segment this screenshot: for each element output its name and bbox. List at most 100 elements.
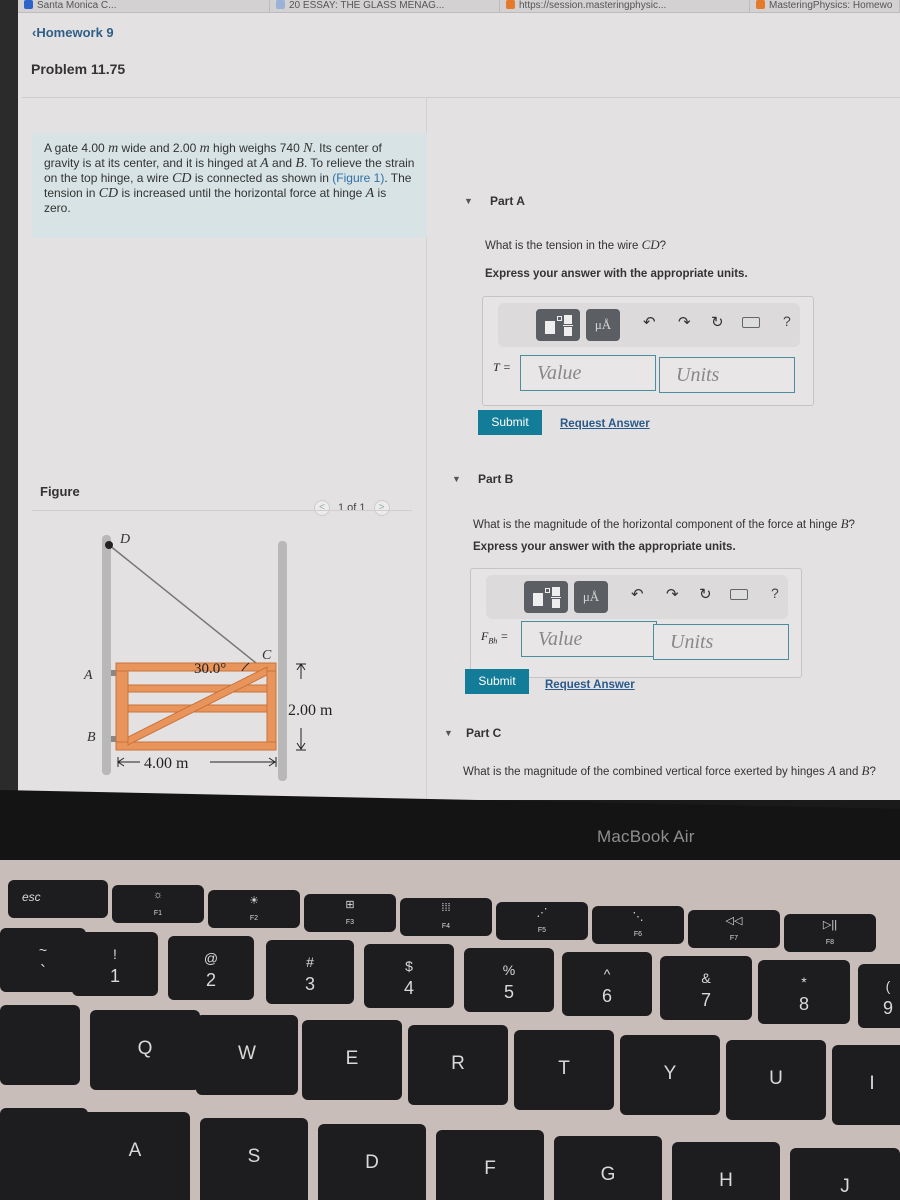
point-d-anchor <box>105 541 113 549</box>
undo-icon[interactable]: ↶ <box>643 313 656 331</box>
reset-icon[interactable]: ↻ <box>699 585 712 603</box>
key-d[interactable]: D <box>318 1124 426 1200</box>
key-t[interactable]: T <box>514 1030 614 1110</box>
units-button[interactable]: μÅ <box>574 581 608 613</box>
keyboard-icon[interactable] <box>742 317 760 328</box>
key-r[interactable]: R <box>408 1025 508 1105</box>
key-6[interactable]: ^ 6 <box>562 952 652 1016</box>
prev-figure-button[interactable]: < <box>314 500 330 516</box>
key-f6[interactable]: ⋱ F6 <box>592 906 684 944</box>
part-b-instruction: Express your answer with the appropriate… <box>473 541 736 553</box>
keyboard-deck: esc ☼ F1 ☀ F2 ⊞ F3 ⁞⁞⁞ F4 ⋰ F5 ⋱ F6 ◁◁ F7 ▷|| F8… <box>0 860 900 1200</box>
request-answer-link[interactable]: Request Answer <box>545 679 635 691</box>
collapse-caret-icon[interactable]: ▼ <box>452 474 461 484</box>
redo-icon[interactable]: ↷ <box>678 313 691 331</box>
part-b-answer-box: μÅ ↶ ↷ ↻ ? FBh = Value Units <box>470 568 802 678</box>
canvas-icon <box>24 0 33 9</box>
submit-button[interactable]: Submit <box>478 410 542 435</box>
label-a: A <box>83 668 93 683</box>
parts-column: ▼ Part A What is the tension in the wire… <box>428 98 900 800</box>
key-4[interactable]: $4 <box>364 944 454 1008</box>
collapse-caret-icon[interactable]: ▼ <box>464 196 473 206</box>
key-1[interactable]: ! 1 <box>72 932 158 996</box>
part-a-instruction: Express your answer with the appropriate… <box>485 268 748 280</box>
wire-cd <box>108 544 277 680</box>
key-f4[interactable]: ⁞⁞⁞ F4 <box>400 898 492 936</box>
key-f2[interactable]: ☀ F2 <box>208 890 300 928</box>
tab-label: Santa Monica C... <box>37 0 117 11</box>
redo-icon[interactable]: ↷ <box>666 585 679 603</box>
browser-tab-bar: Santa Monica C... 20 ESSAY: THE GLASS ME… <box>18 0 900 13</box>
key-tab[interactable] <box>0 1005 80 1085</box>
value-input[interactable]: Value <box>521 621 657 657</box>
key-f5[interactable]: ⋰ F5 <box>496 902 588 940</box>
right-post <box>278 541 287 781</box>
key-e[interactable]: E <box>302 1020 402 1100</box>
key-i[interactable]: I <box>832 1045 900 1125</box>
key-w[interactable]: W <box>196 1015 298 1095</box>
help-icon[interactable]: ? <box>783 313 791 329</box>
key-caps-lock[interactable] <box>0 1108 88 1200</box>
units-input[interactable]: Units <box>659 357 795 393</box>
key-3[interactable]: #3 <box>266 940 354 1004</box>
key-f[interactable]: F <box>436 1130 544 1200</box>
request-answer-link[interactable]: Request Answer <box>560 418 650 430</box>
doc-icon <box>276 0 285 9</box>
tab-label: https://session.masteringphysic... <box>519 0 667 11</box>
angle-label: 30.0° <box>194 661 226 677</box>
reset-icon[interactable]: ↻ <box>711 313 724 331</box>
help-icon[interactable]: ? <box>771 585 779 601</box>
part-b-heading: Part B <box>478 472 514 486</box>
tab-label: 20 ESSAY: THE GLASS MENAG... <box>289 0 445 11</box>
key-q[interactable]: Q <box>90 1010 200 1090</box>
collapse-caret-icon[interactable]: ▼ <box>444 728 453 738</box>
key-h[interactable]: H <box>672 1142 780 1200</box>
key-y[interactable]: Y <box>620 1035 720 1115</box>
browser-tab[interactable]: 20 ESSAY: THE GLASS MENAG... <box>270 0 500 13</box>
part-a-heading: Part A <box>490 194 525 208</box>
device-label: MacBook Air <box>597 827 695 846</box>
problem-statement: A gate 4.00 m wide and 2.00 m high weigh… <box>32 133 427 238</box>
back-to-homework-link[interactable]: ‹Homework 9 <box>32 25 114 40</box>
units-input[interactable]: Units <box>653 624 789 660</box>
templates-button[interactable] <box>536 309 580 341</box>
part-c-heading: Part C <box>466 726 502 740</box>
browser-tab[interactable]: https://session.masteringphysic... <box>500 0 750 13</box>
key-f3[interactable]: ⊞ F3 <box>304 894 396 932</box>
height-label: 2.00 m <box>288 702 333 719</box>
key-f8[interactable]: ▷|| F8 <box>784 914 876 952</box>
key-7[interactable]: & 7 <box>660 956 752 1020</box>
figure-page-count: 1 of 1 <box>338 502 366 514</box>
value-input[interactable]: Value <box>520 355 656 391</box>
key-esc[interactable]: esc <box>8 880 108 918</box>
browser-tab[interactable]: MasteringPhysics: Homewo <box>750 0 900 13</box>
templates-button[interactable] <box>524 581 568 613</box>
key-8[interactable]: * 8 <box>758 960 850 1024</box>
key-2[interactable]: @2 <box>168 936 254 1000</box>
key-a[interactable]: A <box>80 1112 190 1200</box>
key-9[interactable]: (9 <box>858 964 900 1028</box>
next-figure-button[interactable]: > <box>373 500 390 516</box>
math-toolbar: μÅ ↶ ↷ ↻ ? <box>498 303 800 347</box>
tab-label: MasteringPhysics: Homewo <box>769 0 893 11</box>
label-c: C <box>262 648 272 663</box>
figure-link[interactable]: (Figure 1) <box>332 171 384 185</box>
key-g[interactable]: G <box>554 1136 662 1200</box>
part-b-question: What is the magnitude of the horizontal … <box>473 516 855 531</box>
units-button[interactable]: μÅ <box>586 309 620 341</box>
key-f1[interactable]: ☼ F1 <box>112 885 204 923</box>
width-label: 4.00 m <box>144 755 189 772</box>
browser-tab[interactable]: Santa Monica C... <box>18 0 270 13</box>
key-u[interactable]: U <box>726 1040 826 1120</box>
undo-icon[interactable]: ↶ <box>631 585 644 603</box>
back-link-label: Homework 9 <box>36 25 114 40</box>
math-toolbar: μÅ ↶ ↷ ↻ ? <box>486 575 788 619</box>
key-s[interactable]: S <box>200 1118 308 1200</box>
label-d: D <box>119 532 130 547</box>
screen-edge <box>0 0 18 800</box>
key-f7[interactable]: ◁◁ F7 <box>688 910 780 948</box>
key-j[interactable]: J <box>790 1148 900 1200</box>
submit-button[interactable]: Submit <box>465 669 529 694</box>
key-5[interactable]: % 5 <box>464 948 554 1012</box>
keyboard-icon[interactable] <box>730 589 748 600</box>
